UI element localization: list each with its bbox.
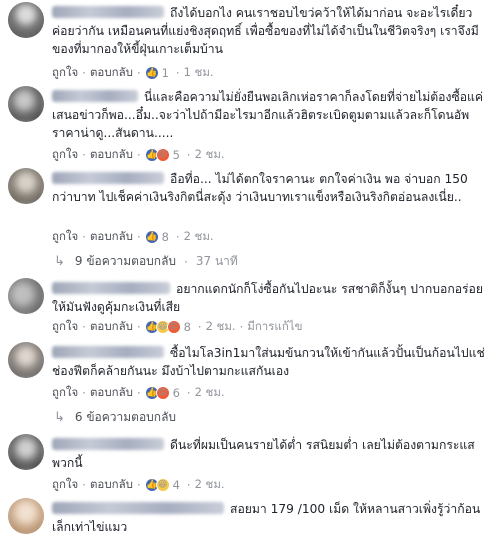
reply-arrow-icon: ↳ xyxy=(54,410,65,425)
reaction-summary[interactable]: 👍 😆 4 xyxy=(144,478,180,492)
comment-actions: ถูกใจ · ตอบกลับ · 👍 😆 😡 8 · 2 ชม. · มีกา… xyxy=(52,318,303,336)
comment-time[interactable]: 2 ชม. xyxy=(195,146,225,164)
like-icon: 👍 xyxy=(144,66,159,80)
angry-icon: 😡 xyxy=(166,320,181,334)
comment-body: สอยมา 179 /100 เม็ด ให้หลานสาวเพิ่งรู้ว่… xyxy=(52,500,492,536)
view-replies-link[interactable]: ↳ 6 ข้อความตอบกลับ xyxy=(54,408,176,427)
like-link[interactable]: ถูกใจ xyxy=(52,228,78,246)
comment-body: ถึงได้บอกไง คนเราชอบไขว่คว้าให้ได้มาก่อน… xyxy=(52,4,492,58)
reply-link[interactable]: ตอบกลับ xyxy=(90,146,133,164)
view-replies-link[interactable]: ↳ 9 ข้อความตอบกลับ · 37 นาที xyxy=(54,252,238,271)
like-link[interactable]: ถูกใจ xyxy=(52,64,78,82)
avatar[interactable] xyxy=(8,278,44,314)
comment-actions: ถูกใจ · ตอบกลับ · 👍 😆 4 · 2 ชม. xyxy=(52,476,225,494)
like-link[interactable]: ถูกใจ xyxy=(52,384,78,402)
comment-time[interactable]: 2 ชม. xyxy=(184,228,214,246)
haha-icon: 😆 xyxy=(155,478,170,492)
like-link[interactable]: ถูกใจ xyxy=(52,146,78,164)
comment-actions: ถูกใจ · ตอบกลับ · 👍 😡 5 · 2 ชม. xyxy=(52,146,225,164)
edited-label[interactable]: มีการแก้ไข xyxy=(247,318,302,336)
comment-time[interactable]: 2 ชม. xyxy=(195,476,225,494)
avatar[interactable] xyxy=(8,86,44,122)
avatar[interactable] xyxy=(8,498,44,534)
comment-body: ซื้อไมโล3in1มาใส่นมข้นกวนให้เข้ากันแล้วป… xyxy=(52,344,492,380)
reaction-summary[interactable]: 👍 1 xyxy=(144,66,169,80)
avatar[interactable] xyxy=(8,434,44,470)
angry-icon: 😡 xyxy=(155,148,170,162)
comment-time[interactable]: 1 ชม. xyxy=(184,64,214,82)
commenter-name[interactable] xyxy=(52,90,138,102)
commenter-name[interactable] xyxy=(52,502,224,514)
reply-link[interactable]: ตอบกลับ xyxy=(90,384,133,402)
reaction-summary[interactable]: 👍 😡 6 xyxy=(144,386,180,400)
angry-icon: 😡 xyxy=(155,386,170,400)
like-icon: 👍 xyxy=(144,230,159,244)
comment-actions: ถูกใจ · ตอบกลับ · 👍 😡 6 · 2 ชม. xyxy=(52,384,225,402)
reply-link[interactable]: ตอบกลับ xyxy=(90,64,133,82)
comment-actions: ถูกใจ · ตอบกลับ · 👍 1 · 1 ชม. xyxy=(52,64,214,82)
commenter-name[interactable] xyxy=(52,282,170,294)
reply-link[interactable]: ตอบกลับ xyxy=(90,228,133,246)
like-link[interactable]: ถูกใจ xyxy=(52,476,78,494)
like-link[interactable]: ถูกใจ xyxy=(52,318,78,336)
reaction-summary[interactable]: 👍 😡 5 xyxy=(144,148,180,162)
reply-link[interactable]: ตอบกลับ xyxy=(90,476,133,494)
comment-body: อยากแดกนักก็โง่ซื้อกันไปอะนะ รสชาติก็งั้… xyxy=(52,280,492,316)
comment-time[interactable]: 2 ชม. xyxy=(206,318,236,336)
comment-body: นี่และคือความไม่ยั่งยืนพอเลิกเห่อราคาก็ล… xyxy=(52,88,492,142)
commenter-name[interactable] xyxy=(52,6,164,18)
reply-arrow-icon: ↳ xyxy=(54,254,65,269)
avatar[interactable] xyxy=(8,168,44,204)
commenter-name[interactable] xyxy=(52,172,164,184)
avatar[interactable] xyxy=(8,342,44,378)
reply-link[interactable]: ตอบกลับ xyxy=(90,318,133,336)
avatar[interactable] xyxy=(8,2,44,38)
comment-time[interactable]: 2 ชม. xyxy=(195,384,225,402)
reaction-summary[interactable]: 👍 8 xyxy=(144,230,169,244)
reply-time: 37 นาที xyxy=(195,254,238,268)
comment-body: อือที่อ... ไม่ได้ตกใจราคานะ ตกใจค่าเงิน … xyxy=(52,170,492,206)
commenter-name[interactable] xyxy=(52,438,164,450)
comment-body: ดีนะที่ผมเป็นคนรายได้ต่ำ รสนิยมต่ำ เลยไม… xyxy=(52,436,492,472)
comment-actions: ถูกใจ · ตอบกลับ · 👍 8 · 2 ชม. xyxy=(52,228,214,246)
reaction-summary[interactable]: 👍 😆 😡 8 xyxy=(144,320,191,334)
commenter-name[interactable] xyxy=(52,346,164,358)
